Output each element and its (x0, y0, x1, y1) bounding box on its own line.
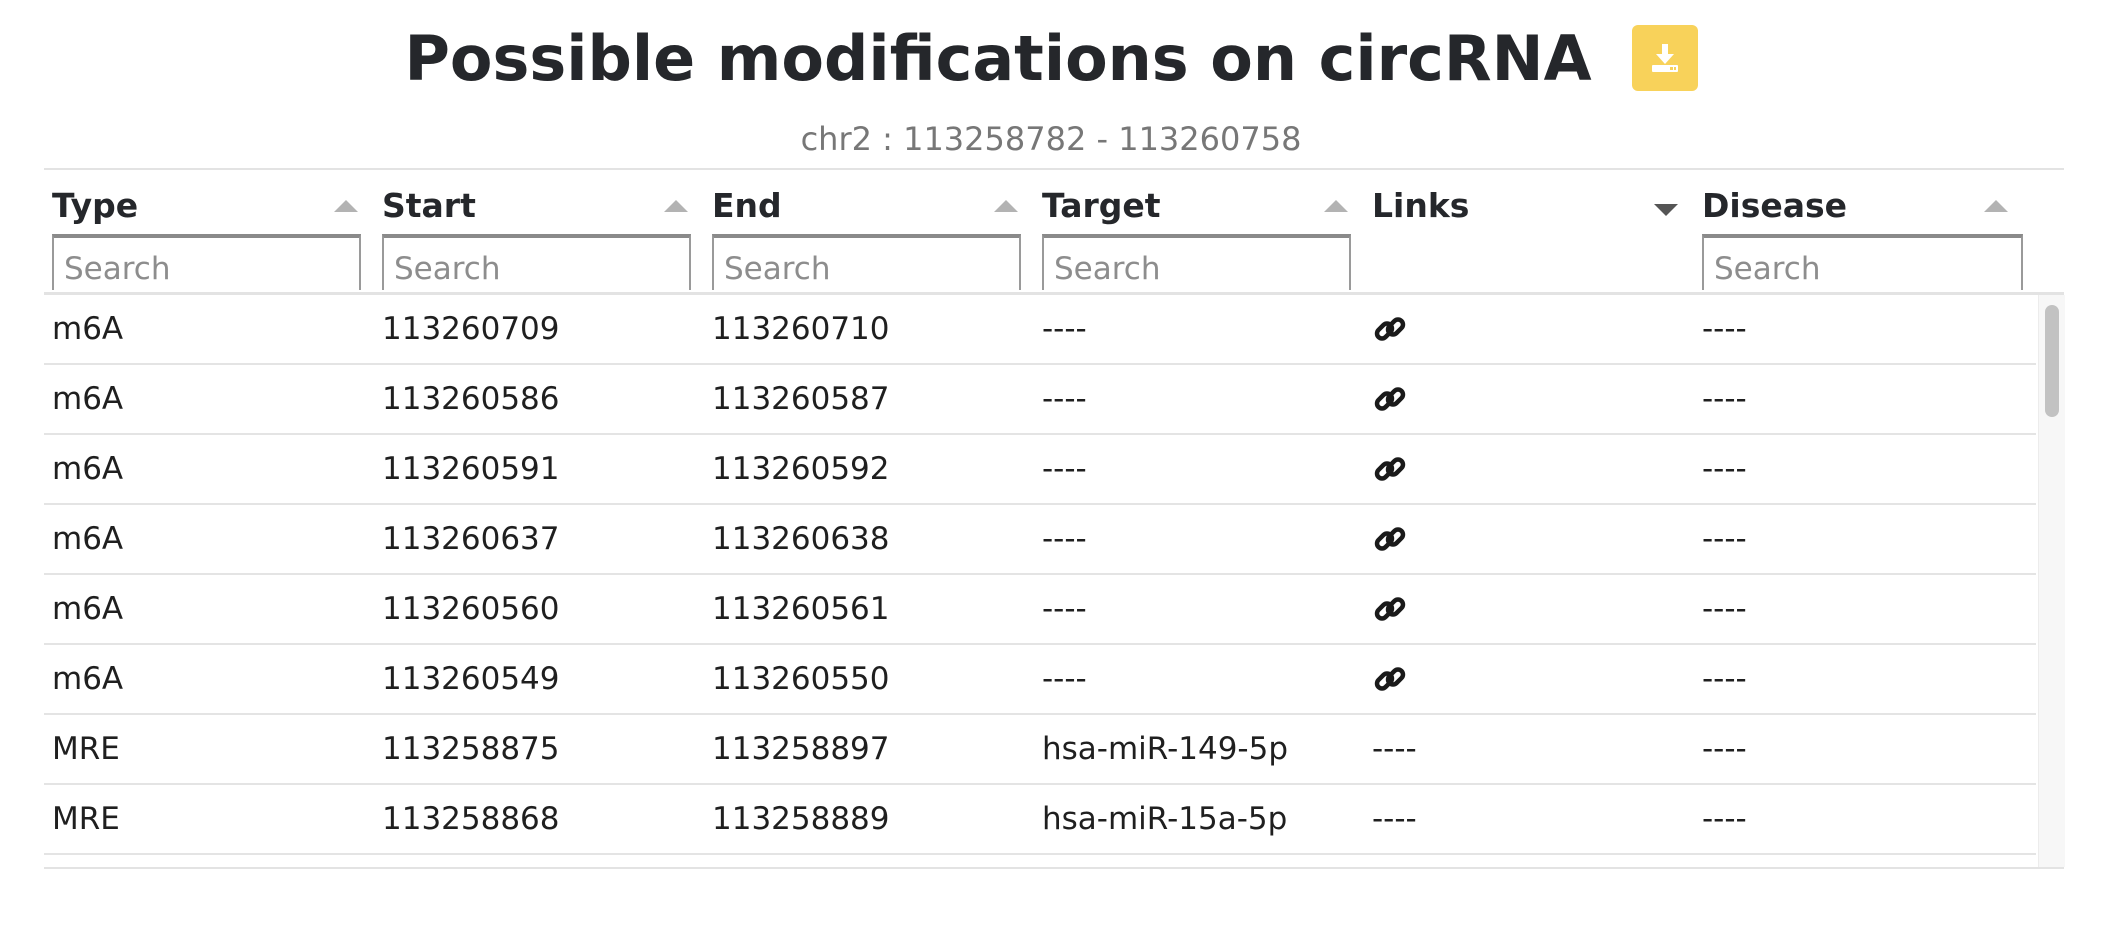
link-icon[interactable] (1372, 661, 1408, 697)
cell-start: 113258875 (382, 731, 560, 767)
sort-asc-icon[interactable] (664, 200, 688, 212)
cell-disease: ---- (1702, 801, 1747, 837)
sort-asc-icon[interactable] (334, 200, 358, 212)
cell-start: 113260637 (382, 521, 560, 557)
cell-type: m6A (52, 661, 124, 697)
cell-disease: ---- (1702, 381, 1747, 417)
sort-asc-icon[interactable] (994, 200, 1018, 212)
cell-target: ---- (1042, 311, 1087, 347)
column-header-target[interactable]: Target (1034, 170, 1364, 292)
cell-start: 113260591 (382, 451, 560, 487)
cell-disease: ---- (1702, 661, 1747, 697)
table-row: m6A 113260586 113260587 ---- ---- (44, 365, 2036, 435)
table-row: MRE 113258875 113258897 hsa-miR-149-5p -… (44, 715, 2036, 785)
cell-type: m6A (52, 521, 124, 557)
cell-disease: ---- (1702, 451, 1747, 487)
cell-end: 113260592 (712, 451, 890, 487)
cell-start: 113260586 (382, 381, 560, 417)
cell-start: 113260709 (382, 311, 560, 347)
cell-target: ---- (1042, 381, 1087, 417)
sort-desc-icon[interactable] (1654, 204, 1678, 216)
table-row: m6A 113260549 113260550 ---- ---- (44, 645, 2036, 715)
cell-disease: ---- (1702, 731, 1747, 767)
search-input-start[interactable] (382, 234, 691, 290)
table-body: m6A 113260709 113260710 ---- ---- m6A 11… (44, 295, 2036, 867)
link-icon[interactable] (1372, 521, 1408, 557)
column-header-type[interactable]: Type (44, 170, 374, 292)
cell-start: 113260560 (382, 591, 560, 627)
column-label: End (712, 186, 782, 225)
cell-type: m6A (52, 591, 124, 627)
table-row: m6A 113260637 113260638 ---- ---- (44, 505, 2036, 575)
link-icon[interactable] (1372, 451, 1408, 487)
cell-end: 113260550 (712, 661, 890, 697)
download-icon (1651, 44, 1678, 72)
link-icon[interactable] (1372, 591, 1408, 627)
cell-target: ---- (1042, 521, 1087, 557)
cell-target: ---- (1042, 451, 1087, 487)
cell-target: ---- (1042, 661, 1087, 697)
title-row: Possible modifications on circRNA (0, 18, 2102, 98)
cell-links: ---- (1372, 801, 1417, 837)
cell-end: 113260561 (712, 591, 890, 627)
search-input-end[interactable] (712, 234, 1021, 290)
table-scrollbar[interactable] (2038, 295, 2065, 867)
cell-end: 113260587 (712, 381, 890, 417)
table-row: m6A 113260709 113260710 ---- ---- (44, 295, 2036, 365)
sort-asc-icon[interactable] (1324, 200, 1348, 212)
cell-type: m6A (52, 451, 124, 487)
cell-type: m6A (52, 381, 124, 417)
modifications-table: Type Start End Target Links Disease (44, 168, 2065, 869)
sort-asc-icon[interactable] (1984, 200, 2008, 212)
page-title: Possible modifications on circRNA (404, 21, 1592, 95)
cell-type: MRE (52, 801, 120, 837)
cell-target: hsa-miR-15a-5p (1042, 801, 1288, 837)
column-label: Target (1042, 186, 1161, 225)
cell-disease: ---- (1702, 311, 1747, 347)
search-input-target[interactable] (1042, 234, 1351, 290)
download-button[interactable] (1631, 25, 1698, 91)
cell-end: 113260710 (712, 311, 890, 347)
cell-end: 113258889 (712, 801, 890, 837)
column-label: Disease (1702, 186, 1848, 225)
scrollbar-thumb[interactable] (2045, 305, 2059, 417)
table-row: MRE 113258868 113258889 hsa-miR-15a-5p -… (44, 785, 2036, 855)
cell-end: 113260638 (712, 521, 890, 557)
cell-disease: ---- (1702, 521, 1747, 557)
cell-type: MRE (52, 731, 120, 767)
cell-type: m6A (52, 311, 124, 347)
cell-target: hsa-miR-149-5p (1042, 731, 1289, 767)
column-header-links[interactable]: Links (1364, 170, 1694, 292)
cell-start: 113260549 (382, 661, 560, 697)
cell-target: ---- (1042, 591, 1087, 627)
table-header: Type Start End Target Links Disease (44, 170, 2064, 295)
link-icon[interactable] (1372, 311, 1408, 347)
cell-end: 113258897 (712, 731, 890, 767)
column-label: Links (1372, 186, 1470, 225)
genomic-location: chr2 : 113258782 - 113260758 (800, 120, 1302, 158)
search-input-disease[interactable] (1702, 234, 2023, 290)
column-label: Type (52, 186, 139, 225)
link-icon[interactable] (1372, 381, 1408, 417)
table-row: m6A 113260591 113260592 ---- ---- (44, 435, 2036, 505)
column-label: Start (382, 186, 476, 225)
column-header-start[interactable]: Start (374, 170, 704, 292)
column-header-end[interactable]: End (704, 170, 1034, 292)
column-header-disease[interactable]: Disease (1694, 170, 2034, 292)
cell-links: ---- (1372, 731, 1417, 767)
table-row: m6A 113260560 113260561 ---- ---- (44, 575, 2036, 645)
cell-start: 113258868 (382, 801, 560, 837)
search-input-type[interactable] (52, 234, 361, 290)
cell-disease: ---- (1702, 591, 1747, 627)
